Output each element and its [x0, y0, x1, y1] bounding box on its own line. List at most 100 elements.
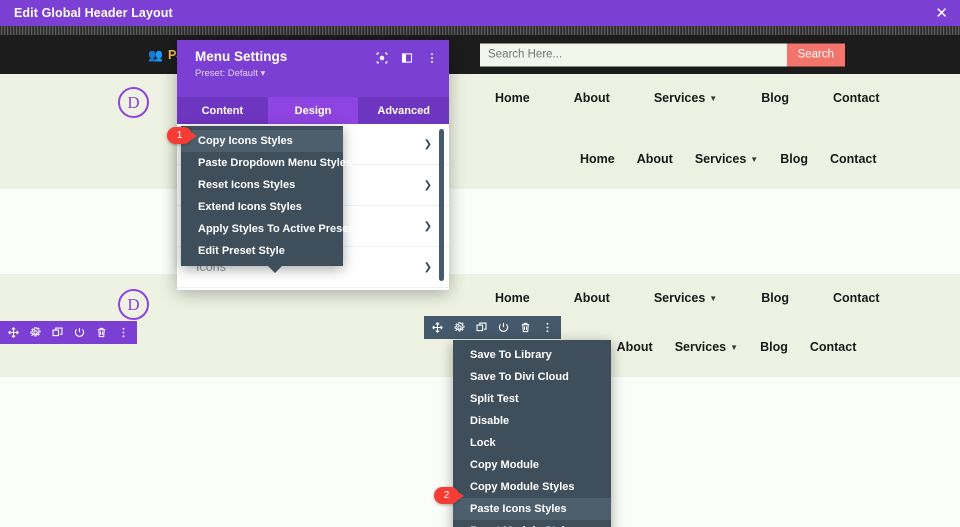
- menu-item-reset-icons-styles[interactable]: Reset Icons Styles: [181, 174, 343, 196]
- nav-item-services[interactable]: Services ▼: [695, 152, 758, 166]
- chevron-down-icon: ❯: [423, 220, 432, 232]
- menu-item-paste-dropdown-menu-styles[interactable]: Paste Dropdown Menu Styles: [181, 152, 352, 174]
- move-icon: [8, 327, 19, 338]
- settings-preset-selector[interactable]: Preset: Default ▾: [195, 68, 437, 79]
- menu-item-reset-module-styles[interactable]: Reset Module Styles: [453, 520, 611, 527]
- chevron-down-icon: ▼: [709, 93, 718, 103]
- menu-item-lock[interactable]: Lock: [453, 432, 611, 454]
- nav-item-home[interactable]: Home: [495, 291, 530, 305]
- settings-header: Menu Settings Preset: Default ▾: [177, 40, 449, 97]
- nav-label: Contact: [832, 291, 880, 305]
- nav-label: Blog: [761, 291, 789, 305]
- window-title-bar: Edit Global Header Layout ✕: [0, 0, 960, 26]
- nav-item-blog[interactable]: Blog: [760, 340, 788, 354]
- step-callout-1: 1: [167, 127, 197, 144]
- tab-advanced[interactable]: Advanced: [358, 97, 449, 124]
- power-icon: [498, 323, 509, 332]
- ruler-strip: [0, 26, 960, 35]
- nav-label: About: [616, 340, 653, 354]
- move-icon: [432, 322, 443, 333]
- nav-item-blog[interactable]: Blog: [761, 291, 789, 305]
- close-icon[interactable]: ✕: [935, 6, 948, 21]
- nav-label: Home: [580, 152, 615, 166]
- tab-design[interactable]: Design: [267, 97, 359, 124]
- app-root: Edit Global Header Layout ✕ 👥 Pa s Searc…: [0, 0, 960, 527]
- settings-header-icons: [376, 52, 438, 64]
- chevron-down-icon: ❯: [423, 179, 432, 191]
- step-callout-2: 2: [434, 487, 464, 504]
- site-top-bar: 👥 Pa s Search: [0, 35, 960, 74]
- window-title: Edit Global Header Layout: [14, 6, 173, 20]
- nav-label: Contact: [809, 340, 857, 354]
- layout-icon: [401, 53, 413, 63]
- trash-icon: [97, 327, 106, 338]
- nav-label: Services: [674, 340, 727, 354]
- nav-label: Contact: [829, 152, 877, 166]
- tab-content[interactable]: Content: [177, 97, 268, 124]
- kebab-icon: [431, 53, 433, 63]
- duplicate-icon: [52, 327, 63, 337]
- chevron-down-icon: ▼: [750, 154, 759, 164]
- menu-item-save-to-library[interactable]: Save To Library: [453, 344, 611, 366]
- menu-item-split-test[interactable]: Split Test: [453, 388, 611, 410]
- nav-item-about[interactable]: About: [617, 340, 653, 354]
- nav-secondary: Home About Services ▼ Blog Contact: [580, 152, 877, 166]
- nav-label: Services: [653, 91, 706, 105]
- chevron-down-icon: ▼: [730, 342, 739, 352]
- nav-item-about[interactable]: About: [574, 291, 610, 305]
- nav-label: About: [636, 152, 673, 166]
- nav-item-contact[interactable]: Contact: [833, 91, 880, 105]
- chevron-down-icon: ▼: [709, 293, 718, 303]
- chevron-down-icon: ❯: [423, 261, 432, 273]
- nav-item-about[interactable]: About: [637, 152, 673, 166]
- target-icon: [376, 52, 388, 64]
- context-menu-arrow: [267, 265, 283, 273]
- band-white-upper: [0, 189, 960, 274]
- menu-item-disable[interactable]: Disable: [453, 410, 611, 432]
- menu-item-edit-preset-style[interactable]: Edit Preset Style: [181, 240, 343, 262]
- context-menu-icons-styles: Copy Icons Styles Paste Dropdown Menu St…: [181, 126, 352, 273]
- nav-label: Services: [653, 291, 706, 305]
- nav-item-blog[interactable]: Blog: [761, 91, 789, 105]
- nav-label: Home: [495, 91, 530, 105]
- menu-item-apply-styles-to-active-preset[interactable]: Apply Styles To Active Preset: [181, 218, 352, 240]
- nav-item-home[interactable]: Home: [495, 91, 530, 105]
- search-input[interactable]: [480, 43, 787, 66]
- nav-label: Services: [694, 152, 747, 166]
- nav-primary: Home About Services ▼ Blog Contact: [495, 91, 880, 105]
- nav-label: About: [573, 91, 610, 105]
- nav-label: About: [573, 291, 610, 305]
- nav-third: Home About Services ▼ Blog Contact: [495, 291, 880, 305]
- people-icon: 👥: [148, 47, 163, 62]
- nav-fourth: ne About Services▼ Blog Contact: [580, 340, 856, 354]
- search-bar: Search: [480, 43, 845, 66]
- menu-item-save-to-divi-cloud[interactable]: Save To Divi Cloud: [453, 366, 611, 388]
- divi-badge-bottom: D: [118, 289, 149, 320]
- menu-item-extend-icons-styles[interactable]: Extend Icons Styles: [181, 196, 343, 218]
- gear-icon: [30, 327, 41, 337]
- nav-item-home[interactable]: Home: [580, 152, 615, 166]
- search-button[interactable]: Search: [786, 43, 845, 66]
- context-menu-module: Save To Library Save To Divi Cloud Split…: [453, 340, 611, 527]
- menu-item-copy-icons-styles[interactable]: Copy Icons Styles: [181, 130, 343, 152]
- menu-item-copy-module-styles[interactable]: Copy Module Styles: [453, 476, 611, 498]
- trash-icon: [521, 322, 530, 333]
- nav-item-blog[interactable]: Blog: [780, 152, 808, 166]
- nav-label: Blog: [761, 91, 789, 105]
- settings-tabs: Content Design Advanced: [177, 97, 449, 124]
- nav-item-contact[interactable]: Contact: [830, 152, 877, 166]
- nav-item-services[interactable]: Services ▼: [654, 91, 717, 105]
- nav-label: Blog: [780, 152, 808, 166]
- chevron-down-icon: ❯: [423, 138, 432, 150]
- menu-item-paste-icons-styles[interactable]: Paste Icons Styles: [453, 498, 611, 520]
- nav-item-services[interactable]: Services ▼: [675, 340, 738, 354]
- nav-item-about[interactable]: About: [574, 91, 610, 105]
- module-toolbar-slate: [424, 316, 561, 339]
- kebab-icon: [122, 327, 125, 338]
- nav-item-services[interactable]: Services ▼: [654, 291, 717, 305]
- panel-scrollbar[interactable]: [439, 129, 444, 281]
- menu-item-copy-module[interactable]: Copy Module: [453, 454, 611, 476]
- nav-item-contact[interactable]: Contact: [833, 291, 880, 305]
- nav-label: Blog: [760, 340, 788, 354]
- nav-item-contact[interactable]: Contact: [810, 340, 857, 354]
